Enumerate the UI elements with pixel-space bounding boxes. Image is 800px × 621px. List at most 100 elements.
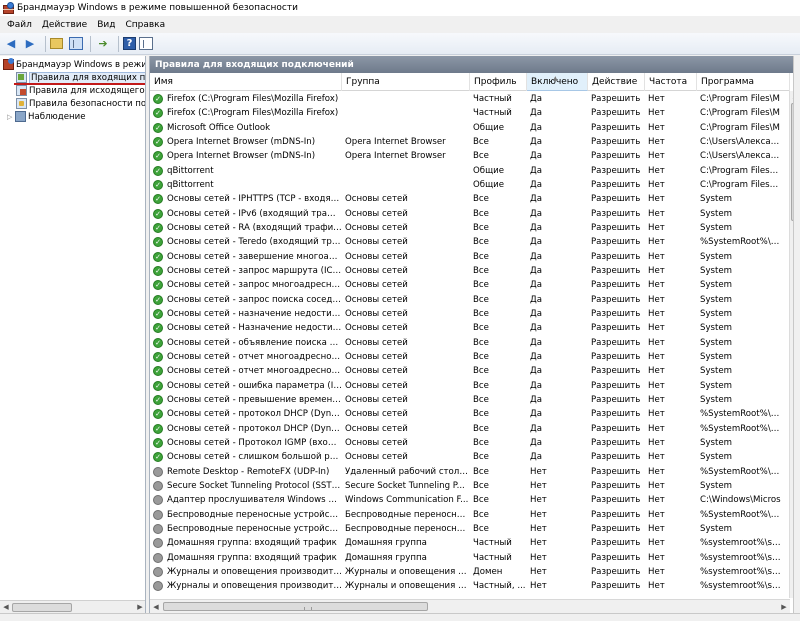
scroll-left-icon[interactable]: ◀ <box>0 601 12 613</box>
table-row[interactable]: ✓ Opera Internet Browser (mDNS-In) Opera I… <box>150 135 781 149</box>
menu-bar: Файл Действие Вид Справка <box>0 16 800 33</box>
column-header-group[interactable]: Группа <box>342 73 470 91</box>
rule-enabled: Да <box>530 194 542 205</box>
rule-group: Журналы и оповещения п... <box>345 566 470 577</box>
scroll-thumb[interactable] <box>12 603 72 612</box>
table-row[interactable]: Беспроводные переносные устройства... Бес… <box>150 508 781 522</box>
table-row[interactable]: ✓ Основы сетей - слишком большой раз... Ос… <box>150 450 781 464</box>
rules-pane: Правила для входящих подключений Имя Гру… <box>149 56 800 613</box>
column-header-program[interactable]: Программа <box>697 73 790 91</box>
menu-action[interactable]: Действие <box>37 20 92 30</box>
column-header-enabled[interactable]: ▲ Включено <box>527 73 588 91</box>
menu-help[interactable]: Справка <box>120 20 170 30</box>
rule-profile: Все <box>473 380 489 391</box>
table-row[interactable]: ✓ Основы сетей - превышение времени ... Ос… <box>150 393 781 407</box>
tree-horizontal-scrollbar[interactable]: ◀ ▶ <box>0 600 145 613</box>
rule-action: Разрешить <box>591 466 641 477</box>
table-row[interactable]: ✓ Основы сетей - объявление поиска со... О… <box>150 336 781 350</box>
help-icon[interactable]: ? <box>123 37 136 50</box>
table-row[interactable]: ✓ Основы сетей - назначение недостижи... О… <box>150 307 781 321</box>
table-row[interactable]: ✓ qBittorrent Общие Да Разрешить Нет C:\Progra… <box>150 164 781 178</box>
enabled-rule-icon: ✓ <box>153 394 163 405</box>
tree-item-monitoring[interactable]: ▷ Наблюдение <box>0 110 145 123</box>
rule-override: Нет <box>648 136 665 147</box>
show-hide-tree-icon[interactable] <box>69 37 83 50</box>
table-row[interactable]: Журналы и оповещения производител... Журн… <box>150 565 781 579</box>
scroll-left-icon[interactable]: ◀ <box>150 601 162 613</box>
enabled-rule-icon: ✓ <box>153 323 163 334</box>
rule-name: Основы сетей - отчет многоадресного ... <box>167 351 342 362</box>
table-row[interactable]: Журналы и оповещения производител... Журн… <box>150 579 781 593</box>
table-row[interactable]: ✓ Основы сетей - RA (входящий трафик I...… <box>150 221 781 235</box>
table-row[interactable]: Адаптер прослушивателя Windows Co... Wind… <box>150 493 781 507</box>
column-header-override[interactable]: Частота <box>645 73 697 91</box>
table-row[interactable]: ✓ Основы сетей - Назначение недостижи... О… <box>150 321 781 335</box>
table-row[interactable]: ✓ Основы сетей - запрос маршрута (ICM... О… <box>150 264 781 278</box>
table-row[interactable]: ✓ Основы сетей - завершение многоадр... Ос… <box>150 250 781 264</box>
show-hide-action-pane-icon[interactable] <box>139 37 153 50</box>
rule-enabled: Да <box>530 308 542 319</box>
folder-up-icon[interactable] <box>50 36 66 52</box>
horizontal-scrollbar[interactable]: ◀ ▶ <box>150 599 790 613</box>
table-row[interactable]: ✓ Microsoft Office Outlook Общие Да Разрешит… <box>150 121 781 135</box>
table-row[interactable]: ✓ Firefox (C:\Program Files\Mozilla Firef… <box>150 92 781 106</box>
table-row[interactable]: ✓ Основы сетей - Протокол IGMP (входя... О… <box>150 436 781 450</box>
scroll-right-icon[interactable]: ▶ <box>778 601 790 613</box>
table-row[interactable]: ✓ Основы сетей - запрос многоадресног... О… <box>150 278 781 292</box>
table-row[interactable]: ✓ Основы сетей - запрос поиска соседей...… <box>150 293 781 307</box>
table-row[interactable]: ✓ qBittorrent Общие Да Разрешить Нет C:\Progra… <box>150 178 781 192</box>
forward-arrow-icon[interactable]: ▶ <box>22 36 38 52</box>
tree-root[interactable]: Брандмауэр Windows в режим <box>0 58 145 71</box>
tree-item-outbound-rules[interactable]: Правила для исходящего г <box>0 84 145 97</box>
rule-override: Нет <box>648 294 665 305</box>
rule-override: Нет <box>648 394 665 405</box>
rule-group: Secure Socket Tunneling P... <box>345 480 465 491</box>
table-row[interactable]: ✓ Firefox (C:\Program Files\Mozilla Firef… <box>150 106 781 120</box>
rule-override: Нет <box>648 351 665 362</box>
rule-group: Основы сетей <box>345 366 408 377</box>
rule-override: Нет <box>648 237 665 248</box>
enabled-rule-icon: ✓ <box>153 122 163 133</box>
rule-profile: Все <box>473 437 489 448</box>
back-arrow-icon[interactable]: ◀ <box>3 36 19 52</box>
table-row[interactable]: Домашняя группа: входящий трафик Домашняя… <box>150 551 781 565</box>
rule-action: Разрешить <box>591 581 641 592</box>
table-row[interactable]: ✓ Основы сетей - отчет многоадресного ...… <box>150 364 781 378</box>
scroll-right-icon[interactable]: ▶ <box>134 601 145 613</box>
toolbar-separator <box>45 35 46 52</box>
table-row[interactable]: Remote Desktop - RemoteFX (UDP-In) Удален… <box>150 465 781 479</box>
column-header-profile[interactable]: Профиль <box>470 73 527 91</box>
table-row[interactable]: Домашняя группа: входящий трафик Домашняя… <box>150 536 781 550</box>
rule-enabled: Да <box>530 151 542 162</box>
expand-arrow-icon[interactable]: ▷ <box>7 113 15 121</box>
menu-view[interactable]: Вид <box>92 20 120 30</box>
table-row[interactable]: ✓ Основы сетей - IPv6 (входящий трафик ..… <box>150 207 781 221</box>
table-row[interactable]: Беспроводные переносные устройства... Бес… <box>150 522 781 536</box>
rule-profile: Все <box>473 194 489 205</box>
rule-enabled: Да <box>530 452 542 463</box>
rule-enabled: Да <box>530 265 542 276</box>
column-header-name[interactable]: Имя <box>150 73 342 91</box>
rule-override: Нет <box>648 222 665 233</box>
table-row[interactable]: ✓ Основы сетей - Teredo (входящий траф...… <box>150 235 781 249</box>
rule-action: Разрешить <box>591 265 641 276</box>
table-row[interactable]: Secure Socket Tunneling Protocol (SSTP-.… <box>150 479 781 493</box>
menu-file[interactable]: Файл <box>2 20 37 30</box>
rule-group <box>342 121 470 135</box>
table-row[interactable]: ✓ Opera Internet Browser (mDNS-In) Opera I… <box>150 149 781 163</box>
rule-enabled: Нет <box>530 566 547 577</box>
tree-item-connection-security[interactable]: Правила безопасности по, <box>0 97 145 110</box>
disabled-rule-icon <box>153 581 163 592</box>
table-row[interactable]: ✓ Основы сетей - ошибка параметра (IC... О… <box>150 379 781 393</box>
rule-group: Основы сетей <box>345 437 408 448</box>
column-header-action[interactable]: Действие <box>588 73 645 91</box>
table-row[interactable]: ✓ Основы сетей - протокол DHCP (Dyna... Ос… <box>150 422 781 436</box>
table-row[interactable]: ✓ Основы сетей - протокол DHCP (Dyna... Ос… <box>150 407 781 421</box>
rule-profile: Все <box>473 351 489 362</box>
table-row[interactable]: ✓ Основы сетей - IPHTTPS (TCP - входящ...… <box>150 192 781 206</box>
window-title: Брандмауэр Windows в режиме повышенной б… <box>17 3 298 13</box>
table-row[interactable]: ✓ Основы сетей - отчет многоадресного ...… <box>150 350 781 364</box>
scroll-thumb[interactable] <box>163 602 428 611</box>
outbound-rules-icon <box>16 85 27 96</box>
export-list-icon[interactable]: ➔ <box>95 36 111 52</box>
